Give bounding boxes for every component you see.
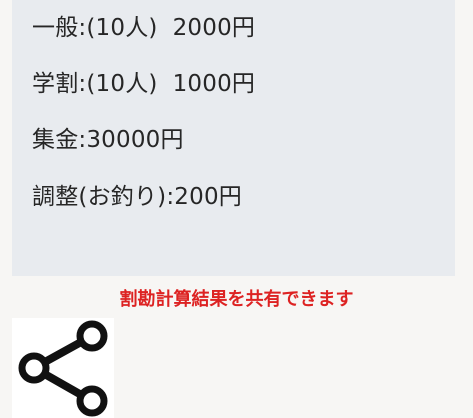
general-fee-line: 一般:(10人) 2000円 [32, 15, 256, 41]
share-icon [18, 320, 108, 417]
change-adjustment-line: 調整(お釣り):200円 [32, 184, 242, 210]
collected-amount-line: 集金:30000円 [32, 127, 184, 153]
share-button[interactable] [12, 318, 114, 418]
result-panel: 一般:(10人) 2000円 学割:(10人) 1000円 集金:30000円 … [12, 0, 455, 276]
share-caption: 割勘計算結果を共有できます [119, 289, 354, 310]
student-fee-line: 学割:(10人) 1000円 [32, 71, 256, 97]
